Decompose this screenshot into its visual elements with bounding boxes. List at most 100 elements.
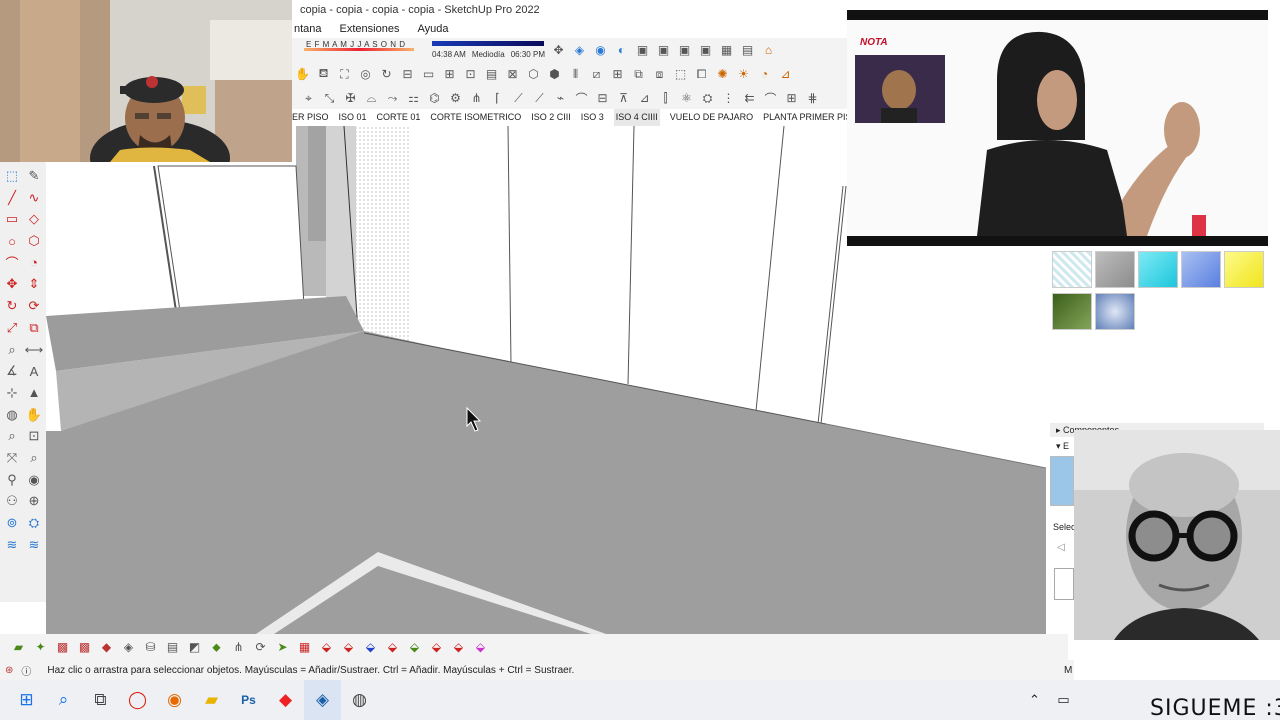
tape-measure-icon[interactable]: ⌕	[2, 340, 22, 360]
render-icon[interactable]: ✺	[714, 66, 731, 83]
zoom-icon[interactable]: ⌕	[2, 426, 22, 446]
photoshop-icon[interactable]: Ps	[230, 680, 267, 720]
material-swatch[interactable]	[1052, 251, 1092, 288]
previous-view-icon[interactable]: ⌕	[24, 448, 44, 468]
section-fill-icon[interactable]: ⊡	[462, 66, 479, 83]
pan-icon[interactable]: ✋	[24, 405, 44, 425]
move-icon[interactable]: ✥	[2, 274, 22, 294]
rotated-rect-icon[interactable]: ◇	[24, 209, 44, 229]
scene-tab[interactable]: ISO 4 CIIII	[613, 109, 660, 126]
lookaround-icon[interactable]: ◉	[24, 470, 44, 490]
scale-icon[interactable]: ⤢	[2, 318, 22, 338]
material-swatch[interactable]	[1224, 251, 1264, 288]
bottom-tool-17-icon[interactable]: ⬙	[362, 639, 379, 656]
ext-tool-21-icon[interactable]: ⋮	[720, 90, 737, 107]
material-swatch[interactable]	[1095, 251, 1135, 288]
shadow-settings-widget[interactable]: E F M A M J J A S O N D 04:38 AM Mediodí…	[298, 39, 546, 61]
windows-start-icon[interactable]: ⊞	[8, 680, 45, 720]
bottom-tool-10-icon[interactable]: ⬥	[208, 639, 225, 656]
bottom-tool-11-icon[interactable]: ⋔	[230, 639, 247, 656]
tiles-icon[interactable]: ⧠	[693, 66, 710, 83]
ext-tool-15-icon[interactable]: ⊟	[594, 90, 611, 107]
section-tool-icon[interactable]: ⊕	[24, 491, 44, 511]
flip-icon[interactable]: ⧉	[630, 66, 647, 83]
protractor-icon[interactable]: ⊿	[777, 66, 794, 83]
ext-tool-1-icon[interactable]: ⌖	[300, 90, 317, 107]
bottom-tool-9-icon[interactable]: ◩	[186, 639, 203, 656]
ext-tool-10-icon[interactable]: ⌈	[489, 90, 506, 107]
polygon-icon[interactable]: ⬡	[24, 231, 44, 251]
left-view-icon[interactable]: ▣	[676, 42, 693, 59]
scene-tab[interactable]: ER PISO	[292, 109, 329, 126]
bottom-tool-20-icon[interactable]: ⬙	[428, 639, 445, 656]
circle-icon[interactable]: ○	[2, 231, 22, 251]
warehouse-icon[interactable]: ⌂	[760, 42, 777, 59]
month-slider[interactable]	[304, 48, 414, 51]
ext-tool-12-icon[interactable]: ⟋	[531, 90, 548, 107]
ext-tool-3-icon[interactable]: ✠	[342, 90, 359, 107]
dimension-tool-icon[interactable]: ⟷	[24, 340, 44, 360]
position-camera-icon[interactable]: ⚲	[2, 470, 22, 490]
section-cut-icon[interactable]: ▤	[483, 66, 500, 83]
back-arrow-icon[interactable]: ◁	[1057, 542, 1065, 553]
back-view-icon[interactable]: ▣	[655, 42, 672, 59]
xray-icon[interactable]: ▤	[739, 42, 756, 59]
ext-tool-14-icon[interactable]: ⌒	[573, 90, 590, 107]
scene-tab[interactable]: CORTE ISOMETRICO	[430, 109, 521, 126]
top-view-icon[interactable]: ◉	[592, 42, 609, 59]
red-app-icon[interactable]: ◆	[267, 680, 304, 720]
scenes-icon[interactable]: ⛭	[24, 513, 44, 533]
ext-tool-7-icon[interactable]: ⌬	[426, 90, 443, 107]
ext-tool-6-icon[interactable]: ⚏	[405, 90, 422, 107]
hand-icon[interactable]: ✋	[294, 66, 311, 83]
bottom-tool-18-icon[interactable]: ⬙	[384, 639, 401, 656]
material-swatch[interactable]	[1138, 251, 1178, 288]
layers-icon[interactable]: ⊚	[2, 513, 22, 533]
orbit-icon[interactable]: ✥	[550, 42, 567, 59]
zoom-window-icon[interactable]: ⊡	[24, 426, 44, 446]
section-plane-icon[interactable]: ⊞	[441, 66, 458, 83]
lock-icon[interactable]: ⊠	[504, 66, 521, 83]
bottom-tool-21-icon[interactable]: ⬙	[450, 639, 467, 656]
ext-tool-25-icon[interactable]: ⋕	[804, 90, 821, 107]
sun-icon[interactable]: ☀	[735, 66, 752, 83]
bottom-tool-6-icon[interactable]: ◈	[120, 639, 137, 656]
opera-icon[interactable]: ◯	[119, 680, 156, 720]
select-icon[interactable]: ⬚	[2, 166, 22, 186]
material-swatch[interactable]	[1095, 293, 1135, 330]
bottom-tool-12-icon[interactable]: ⟳	[252, 639, 269, 656]
orbit-tool-icon[interactable]: ◍	[2, 405, 22, 425]
arc-icon[interactable]: ⌒	[2, 253, 22, 273]
search-icon[interactable]: ⌕	[45, 680, 82, 720]
bottom-tool-22-icon[interactable]: ⬙	[472, 639, 489, 656]
component-preview[interactable]	[1054, 568, 1074, 600]
ext-tool-18-icon[interactable]: ⫿	[657, 90, 674, 107]
cube-outline-icon[interactable]: ⬡	[525, 66, 542, 83]
bottom-tool-8-icon[interactable]: ▤	[164, 639, 181, 656]
sphere-icon[interactable]: ◎	[357, 66, 374, 83]
scene-tab[interactable]: CORTE 01	[377, 109, 421, 126]
tape-icon[interactable]: ◔	[756, 66, 773, 83]
ext-tool-2-icon[interactable]: ⤡	[321, 90, 338, 107]
refresh-icon[interactable]: ↻	[378, 66, 395, 83]
geolocation-icon[interactable]: ⊛	[5, 665, 13, 676]
bottom-tool-1-icon[interactable]: ▰	[10, 639, 27, 656]
firefox-icon[interactable]: ◉	[156, 680, 193, 720]
protractor-tool-icon[interactable]: ∡	[2, 361, 22, 381]
bottom-tool-13-icon[interactable]: ➤	[274, 639, 291, 656]
sandbox-icon[interactable]: ⛶	[336, 66, 353, 83]
ext-tool-20-icon[interactable]: ⛭	[699, 90, 716, 107]
file-explorer-icon[interactable]: ▰	[193, 680, 230, 720]
ext-tool-22-icon[interactable]: ⇇	[741, 90, 758, 107]
pipe-icon[interactable]: ⧈	[651, 66, 668, 83]
dimension-icon[interactable]: ⊟	[399, 66, 416, 83]
ext-tool-11-icon[interactable]: ⟋	[510, 90, 527, 107]
component-thumbnail[interactable]	[1050, 456, 1074, 506]
freehand-icon[interactable]: ∿	[24, 188, 44, 208]
bottom-tool-14-icon[interactable]: ▦	[296, 639, 313, 656]
rotate-icon[interactable]: ↻	[2, 296, 22, 316]
ext-tool-4-icon[interactable]: ⌓	[363, 90, 380, 107]
menu-ayuda[interactable]: Ayuda	[417, 20, 448, 38]
layout-icon[interactable]: ▭	[420, 66, 437, 83]
scene-tab[interactable]: ISO 3	[581, 109, 604, 126]
